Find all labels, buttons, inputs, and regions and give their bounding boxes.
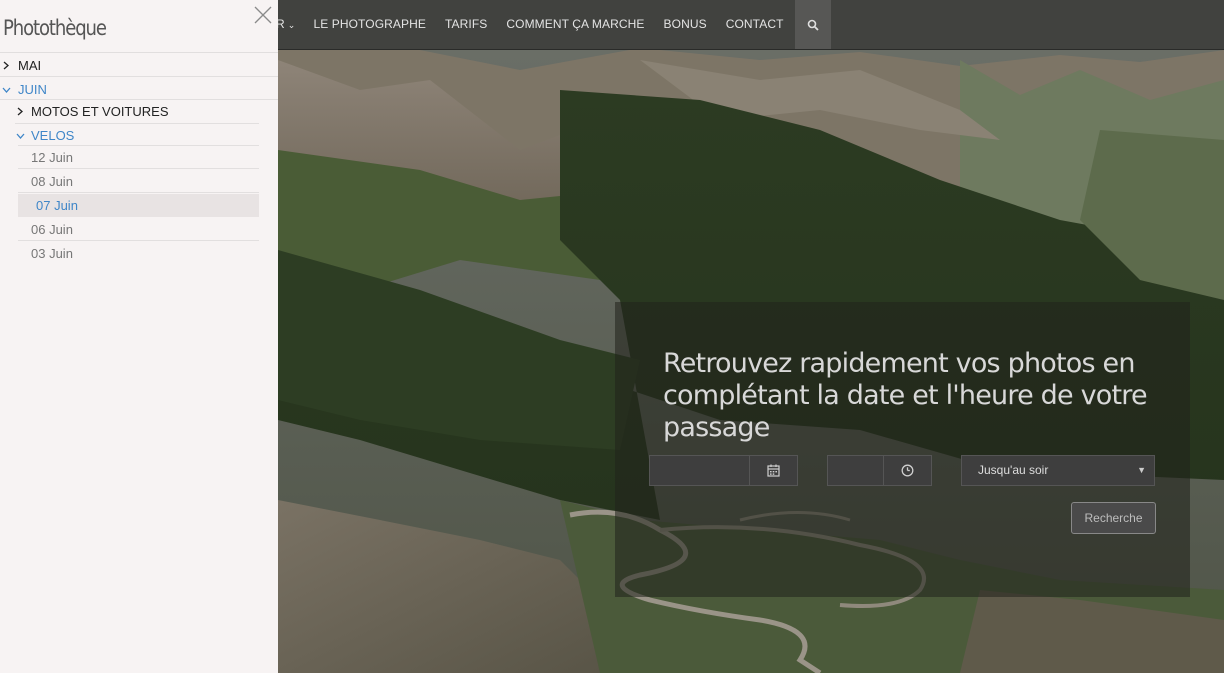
tree-item-label: MAI [18, 58, 42, 73]
until-select-value: Jusqu'au soir [978, 463, 1049, 477]
nav-item-tarifs[interactable]: TARIFS [435, 0, 496, 49]
clock-icon [901, 464, 914, 477]
chevron-down-icon [15, 124, 25, 147]
tree-item-mai[interactable]: MAI [0, 54, 278, 77]
time-field [827, 455, 932, 486]
tree-item-label: MOTOS ET VOITURES [31, 104, 169, 119]
nav-item-contact[interactable]: CONTACT [716, 0, 793, 49]
date-item-selected[interactable]: 07 Juin [18, 194, 259, 217]
date-item-label: 07 Juin [36, 198, 78, 213]
photo-search-panel: Retrouvez rapidement vos photos en compl… [615, 302, 1190, 597]
chevron-right-icon [15, 100, 25, 123]
tree-item-velos[interactable]: VELOS [0, 124, 278, 147]
date-item[interactable]: 12 Juin [18, 146, 259, 169]
calendar-icon [767, 464, 780, 477]
nav-item-le-photographe[interactable]: LE PHOTOGRAPHE [303, 0, 435, 49]
chevron-down-icon: ⌄ [287, 20, 296, 30]
chevron-right-icon [1, 54, 11, 77]
nav-menu: R ⌄ LE PHOTOGRAPHE TARIFS COMMENT ÇA MARC… [276, 0, 831, 49]
time-picker-button[interactable] [883, 456, 931, 485]
date-item[interactable]: 06 Juin [18, 218, 259, 241]
close-icon [254, 6, 272, 24]
sidebar-header: Photothèque [0, 0, 278, 53]
date-item-label: 06 Juin [31, 222, 73, 237]
nav-item-comment-ca-marche[interactable]: COMMENT ÇA MARCHE [496, 0, 653, 49]
date-item[interactable]: 03 Juin [18, 242, 259, 265]
date-item[interactable]: 08 Juin [18, 170, 259, 193]
tree-item-motos-et-voitures[interactable]: MOTOS ET VOITURES [0, 100, 278, 123]
chevron-down-icon [1, 78, 11, 101]
time-input[interactable] [828, 456, 884, 485]
dropdown-arrow-icon: ▼ [1137, 465, 1146, 475]
phototheque-sidebar: Photothèque MAI JUIN MOTOS ET VOITURES V… [0, 0, 278, 673]
nav-item-bonus[interactable]: BONUS [654, 0, 716, 49]
tree-item-label: VELOS [31, 128, 75, 143]
date-input[interactable] [650, 456, 750, 485]
date-picker-button[interactable] [749, 456, 797, 485]
tree-item-label: JUIN [18, 82, 47, 97]
date-item-label: 12 Juin [31, 150, 73, 165]
until-select[interactable]: Jusqu'au soir ▼ [961, 455, 1155, 486]
date-item-label: 08 Juin [31, 174, 73, 189]
date-field [649, 455, 798, 486]
search-panel-title: Retrouvez rapidement vos photos en compl… [663, 348, 1148, 443]
sidebar-title: Photothèque [3, 16, 107, 40]
nav-item-partial[interactable]: R ⌄ [276, 0, 303, 49]
tree-item-juin[interactable]: JUIN [0, 78, 278, 101]
date-item-label: 03 Juin [31, 246, 73, 261]
search-submit-button[interactable]: Recherche [1071, 502, 1156, 534]
nav-search-button[interactable] [794, 0, 831, 49]
search-icon [807, 19, 819, 31]
sidebar-close-button[interactable] [252, 4, 274, 26]
